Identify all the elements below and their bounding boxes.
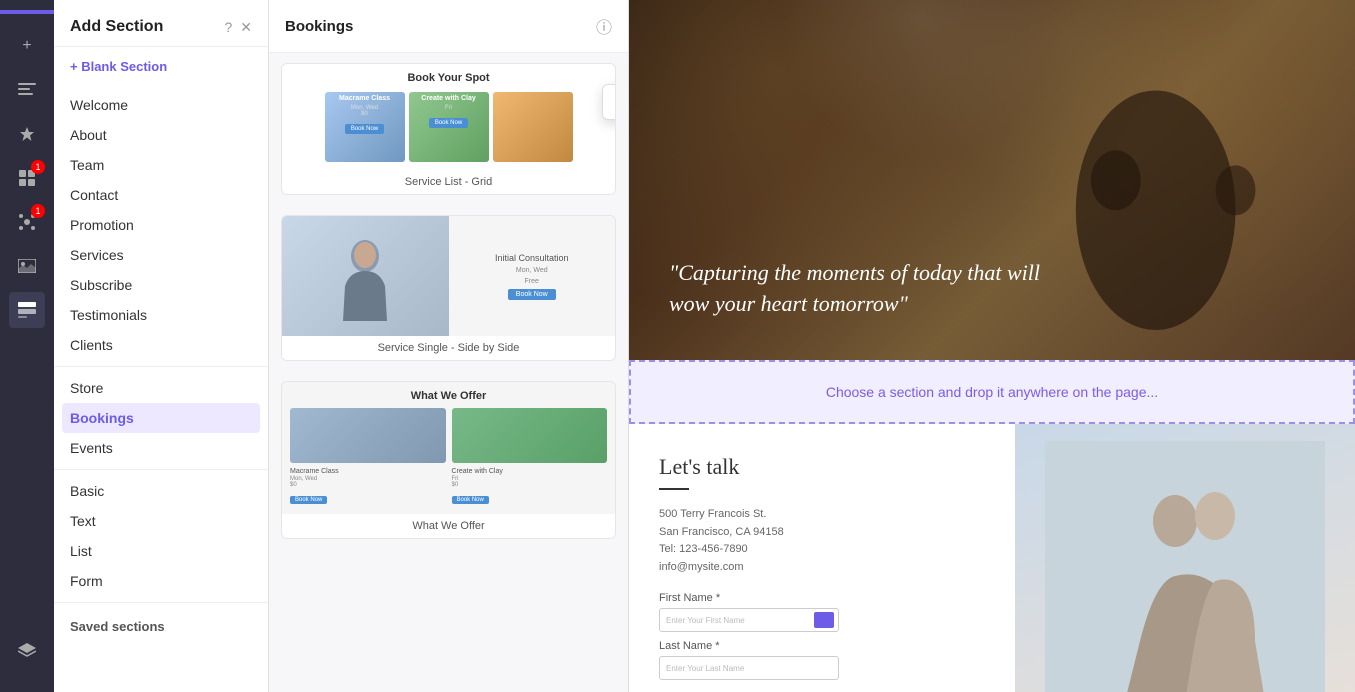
layers-icon[interactable] [9,632,45,668]
nav-item-list[interactable]: List [54,536,268,566]
drop-zone-text: Choose a section and drop it anywhere on… [826,384,1158,400]
panel-header-icons: ? ✕ [224,19,252,36]
pages-icon[interactable] [9,72,45,108]
contact-divider [659,488,689,490]
bookings-info-icon[interactable]: ⓘ [596,14,612,38]
contact-section: Let's talk 500 Terry Francois St.San Fra… [629,424,1355,692]
card1-title: Book Your Spot [290,72,607,84]
nav-divider-2 [54,469,268,470]
help-icon[interactable]: ? [224,19,232,35]
main-canvas: "Capturing the moments of today that wil… [629,0,1355,692]
hero-quote: "Capturing the moments of today that wil… [669,258,1049,320]
nav-item-subscribe[interactable]: Subscribe [54,270,268,300]
pages-icon-wrap [9,72,45,108]
man-book-btn[interactable]: Book Now [508,289,556,300]
nav-item-about[interactable]: About [54,120,268,150]
sections-icon-wrap [9,292,45,328]
nav-item-team[interactable]: Team [54,150,268,180]
close-icon[interactable]: ✕ [240,19,252,36]
first-name-label: First Name * [659,592,985,604]
card2-label: Service Single - Side by Side [282,336,615,360]
contact-info: Let's talk 500 Terry Francois St.San Fra… [629,424,1015,692]
widgets-badge: 1 [31,204,45,218]
last-name-label: Last Name * [659,640,985,652]
contact-address: 500 Terry Francois St.San Francisco, CA … [659,506,985,576]
nav-item-testimonials[interactable]: Testimonials [54,300,268,330]
last-name-input[interactable]: Enter Your Last Name [659,656,839,680]
top-bar [0,10,54,14]
icon-sidebar: + 1 1 [0,0,54,692]
nav-divider [54,366,268,367]
nav-item-contact[interactable]: Contact [54,180,268,210]
service-list-grid-card[interactable]: Book Your Spot Macrame Class Mon, Wed $0… [281,63,616,195]
contact-photo [1015,424,1355,692]
nav-item-text[interactable]: Text [54,506,268,536]
nav-item-events[interactable]: Events [54,433,268,463]
media-icon[interactable] [9,248,45,284]
nav-divider-3 [54,602,268,603]
sections-icon[interactable] [9,292,45,328]
input-fill-indicator [814,612,834,628]
panel-title: Add Section [70,18,163,36]
media-icon-wrap [9,248,45,284]
widgets-icon-wrap: 1 [9,204,45,240]
design-icon-wrap [9,116,45,152]
card3-label: What We Offer [282,514,615,538]
add-section-icon[interactable]: + [9,28,45,64]
service-single-card[interactable]: Initial Consultation Mon, Wed Free Book … [281,215,616,361]
hero-section: "Capturing the moments of today that wil… [629,0,1355,360]
bookings-title: Bookings [285,18,353,35]
drag-drop-tooltip: To add, just drag and drop. [602,84,616,120]
bookings-panel-header: Bookings ⓘ [269,0,628,53]
add-section-panel: Add Section ? ✕ + Blank Section Welcome … [54,0,269,692]
nav-item-promotion[interactable]: Promotion [54,210,268,240]
layers-icon-wrap [9,632,45,668]
nav-item-store[interactable]: Store [54,373,268,403]
app-icon-wrap: 1 [9,160,45,196]
first-name-input[interactable]: Enter Your First Name [659,608,839,632]
nav-list: Welcome About Team Contact Promotion Ser… [54,86,268,692]
what-we-offer-card[interactable]: What We Offer Macrame Class Mon, Wed $0 … [281,381,616,539]
bookings-content-panel: Bookings ⓘ Book Your Spot Macrame Class … [269,0,629,692]
drop-zone[interactable]: Choose a section and drop it anywhere on… [629,360,1355,424]
nav-item-clients[interactable]: Clients [54,330,268,360]
man-info: Initial Consultation Mon, Wed Free Book … [449,216,616,336]
card1-label: Service List - Grid [282,170,615,194]
add-icon-wrap: + [9,28,45,64]
saved-sections-label: Saved sections [54,609,268,644]
contact-title: Let's talk [659,454,985,480]
nav-item-welcome[interactable]: Welcome [54,90,268,120]
nav-item-bookings[interactable]: Bookings [62,403,260,433]
nav-item-basic[interactable]: Basic [54,476,268,506]
card3-title: What We Offer [290,390,607,402]
nav-item-form[interactable]: Form [54,566,268,596]
man-image [282,216,449,336]
blank-section-button[interactable]: + Blank Section [70,59,252,74]
panel-header: Add Section ? ✕ [54,0,268,47]
app-badge: 1 [31,160,45,174]
design-icon[interactable] [9,116,45,152]
nav-item-services[interactable]: Services [54,240,268,270]
